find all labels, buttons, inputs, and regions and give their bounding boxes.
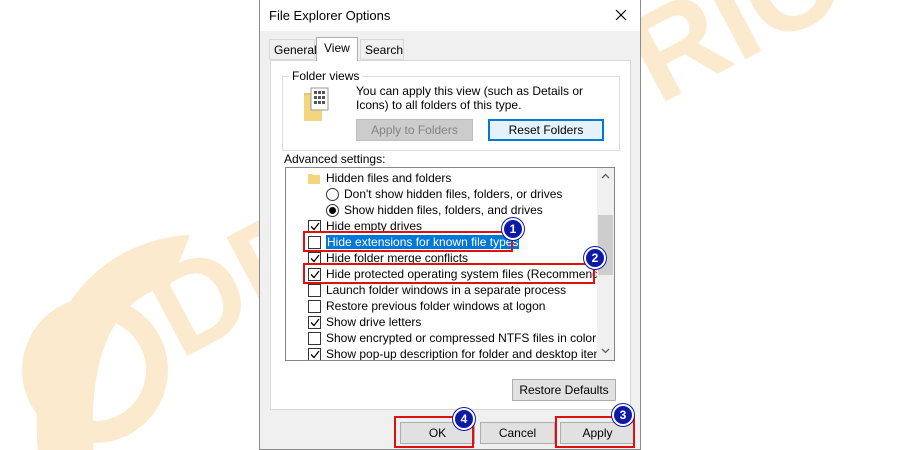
list-item-hide-empty-drives[interactable]: Hide empty drives: [308, 218, 422, 234]
restore-defaults-button[interactable]: Restore Defaults: [512, 379, 616, 401]
step-badge-1: 1: [502, 218, 524, 240]
list-item-show-hidden[interactable]: Show hidden files, folders, and drives: [326, 202, 543, 218]
list-item-show-drive-letters[interactable]: Show drive letters: [308, 314, 421, 330]
list-item-label: Show pop-up description for folder and d…: [326, 347, 610, 361]
checkbox[interactable]: [308, 219, 321, 233]
tab-general[interactable]: General: [269, 39, 317, 60]
list-item-label: Restore previous folder windows at logon: [326, 299, 546, 313]
apply-to-folders-button[interactable]: Apply to Folders: [356, 119, 473, 141]
step-badge-3: 3: [612, 404, 634, 426]
close-icon: [615, 9, 627, 21]
folder-views-title: Folder views: [289, 69, 363, 83]
checkbox[interactable]: [308, 315, 321, 329]
checkbox[interactable]: [308, 299, 321, 313]
list-item-label: Hide extensions for known file types: [326, 235, 520, 249]
folder-views-description: You can apply this view (such as Details…: [356, 84, 584, 112]
check-icon: [310, 222, 320, 230]
list-item-label: Hide folder merge conflicts: [326, 251, 469, 265]
cancel-button[interactable]: Cancel: [480, 422, 555, 444]
list-item-label: Hide protected operating system files (R…: [326, 267, 615, 281]
list-item-launch-separate-process[interactable]: Launch folder windows in a separate proc…: [308, 282, 566, 298]
list-item-label: Hide empty drives: [326, 219, 423, 233]
folder-views-group: Folder views You can apply this view (su…: [282, 69, 620, 151]
checkbox[interactable]: [308, 235, 321, 249]
list-item-hide-merge-conflicts[interactable]: Hide folder merge conflicts: [308, 250, 468, 266]
list-item-label: Show drive letters: [326, 315, 422, 329]
list-item-hide-extensions[interactable]: Hide extensions for known file types: [308, 234, 520, 250]
check-icon: [310, 350, 320, 358]
check-icon: [310, 254, 320, 262]
chevron-up-icon[interactable]: [601, 173, 610, 179]
window-title: File Explorer Options: [269, 8, 391, 23]
radio-button[interactable]: [326, 187, 339, 201]
list-item-dont-show-hidden[interactable]: Don't show hidden files, folders, or dri…: [326, 186, 562, 202]
check-icon: [310, 318, 320, 326]
checkbox[interactable]: [308, 283, 321, 297]
tab-search-label: Search: [365, 43, 404, 57]
list-item-label: Show hidden files, folders, and drives: [344, 203, 543, 217]
title-bar: File Explorer Options: [260, 0, 640, 31]
list-item-show-encrypted-color[interactable]: Show encrypted or compressed NTFS files …: [308, 330, 596, 346]
close-button[interactable]: [610, 5, 632, 25]
view-tab-panel: Folder views You can apply this view (su…: [270, 60, 631, 410]
folder-icon: [308, 173, 320, 184]
checkbox[interactable]: [308, 347, 321, 360]
advanced-settings-label: Advanced settings:: [284, 152, 386, 166]
file-explorer-options-dialog: File Explorer Options General View Searc…: [259, 0, 641, 450]
list-item-label: Launch folder windows in a separate proc…: [326, 283, 567, 297]
check-icon: [310, 270, 320, 278]
step-badge-2: 2: [584, 247, 606, 269]
step-badge-4: 4: [453, 408, 475, 430]
radio-button[interactable]: [326, 203, 339, 217]
folder-views-icon: [304, 87, 329, 121]
advanced-settings-list[interactable]: Hidden files and folders Don't show hidd…: [285, 167, 615, 361]
list-item-show-popup-description[interactable]: Show pop-up description for folder and d…: [308, 346, 610, 361]
list-item-restore-windows[interactable]: Restore previous folder windows at logon: [308, 298, 545, 314]
checkbox[interactable]: [308, 267, 321, 281]
tab-general-label: General: [274, 43, 317, 57]
checkbox[interactable]: [308, 331, 321, 345]
list-item-label: Hidden files and folders: [326, 171, 452, 185]
chevron-down-icon[interactable]: [601, 348, 610, 354]
tab-view[interactable]: View: [316, 37, 358, 61]
list-item-label: Show encrypted or compressed NTFS files …: [326, 331, 597, 345]
tab-search[interactable]: Search: [360, 39, 404, 60]
tab-view-label: View: [324, 41, 350, 55]
list-item-label: Don't show hidden files, folders, or dri…: [344, 187, 563, 201]
list-item-hide-protected-files[interactable]: Hide protected operating system files (R…: [308, 266, 615, 282]
checkbox[interactable]: [308, 251, 321, 265]
reset-folders-button[interactable]: Reset Folders: [488, 119, 604, 141]
list-item-hidden-files-category: Hidden files and folders: [308, 170, 451, 186]
